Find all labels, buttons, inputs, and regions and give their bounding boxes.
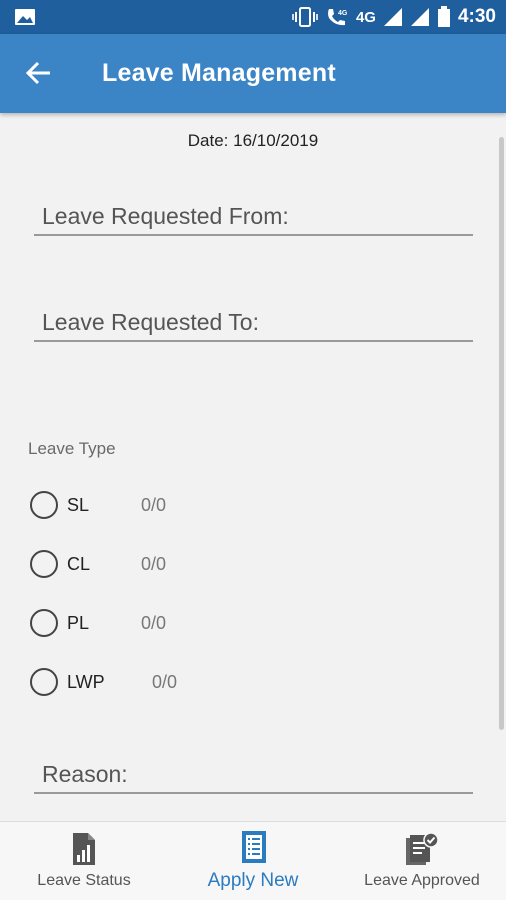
date-label: Date: 16/10/2019: [187, 131, 319, 150]
nav-label: Apply New: [207, 870, 299, 891]
leave-type-label: Leave Type: [28, 439, 116, 458]
leave-from-field[interactable]: [34, 196, 473, 236]
reason-field[interactable]: [34, 754, 473, 794]
leave-to-field[interactable]: [34, 302, 473, 342]
radio-button[interactable]: [30, 668, 58, 696]
document-list-icon: [242, 831, 266, 863]
leave-from-input[interactable]: [42, 198, 473, 234]
nav-label: Leave Approved: [364, 872, 480, 889]
arrow-back-icon[interactable]: [24, 58, 54, 88]
nav-item-leave-status[interactable]: Leave Status: [18, 822, 150, 900]
leave-type-option-lwp[interactable]: LWP 0/0: [30, 667, 177, 697]
leave-type-option-cl[interactable]: CL 0/0: [30, 549, 166, 579]
status-bar: 4G 4G 4:30: [0, 0, 506, 34]
scrollbar[interactable]: [499, 137, 504, 730]
vibrate-icon: [292, 7, 318, 27]
leave-type-option-sl[interactable]: SL 0/0: [30, 490, 166, 520]
bottom-navigation: Leave Status Apply New Leave Approved: [0, 821, 506, 900]
reason-input[interactable]: [42, 756, 473, 792]
image-notification-icon: [15, 9, 35, 25]
signal-icon-2: [410, 8, 429, 26]
battery-icon: [437, 6, 450, 27]
leave-type-name: PL: [67, 613, 90, 633]
leave-type-name: SL: [67, 495, 90, 515]
app-bar: Leave Management: [0, 34, 506, 113]
svg-text:4G: 4G: [338, 10, 348, 17]
leave-to-input[interactable]: [42, 304, 473, 340]
radio-button[interactable]: [30, 609, 58, 637]
nav-item-apply-new[interactable]: Apply New: [188, 822, 318, 900]
clock-time: 4:30: [457, 6, 496, 27]
leave-type-name: CL: [67, 554, 91, 574]
leave-type-option-pl[interactable]: PL 0/0: [30, 608, 166, 638]
nav-item-leave-approved[interactable]: Leave Approved: [354, 822, 490, 900]
volte-call-icon: 4G: [327, 9, 348, 26]
leave-balance: 0/0: [141, 495, 167, 515]
leave-balance: 0/0: [152, 672, 178, 692]
signal-icon: [383, 8, 402, 26]
leave-balance: 0/0: [141, 613, 167, 633]
radio-button[interactable]: [30, 491, 58, 519]
nav-label: Leave Status: [37, 872, 131, 889]
leave-type-name: LWP: [67, 672, 105, 692]
bar-chart-document-icon: [73, 833, 95, 865]
page-title: Leave Management: [102, 59, 336, 87]
approved-document-icon: [406, 832, 439, 865]
radio-button[interactable]: [30, 550, 58, 578]
network-type-label: 4G: [355, 8, 376, 26]
leave-balance: 0/0: [141, 554, 167, 574]
